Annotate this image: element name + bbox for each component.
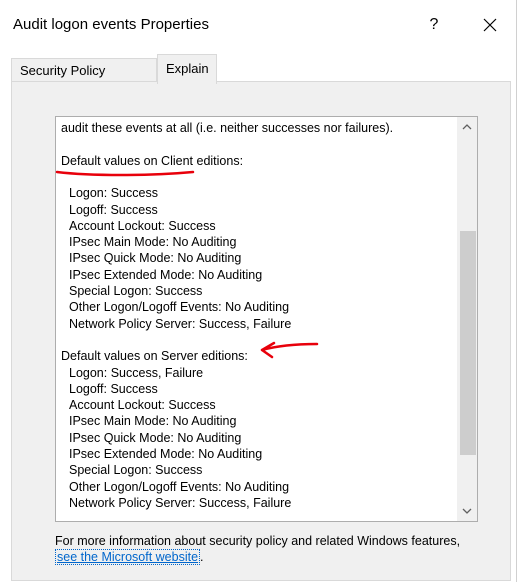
help-button[interactable]: ? xyxy=(420,10,448,40)
explain-line: Default values on Server editions: xyxy=(61,349,248,364)
microsoft-website-link[interactable]: see the Microsoft website xyxy=(55,549,201,565)
scroll-up-button[interactable] xyxy=(457,117,477,137)
explain-line: Network Policy Server: Success, Failure xyxy=(69,495,292,510)
explain-line: IPsec Main Mode: No Auditing xyxy=(69,414,237,429)
explain-line: Logoff: Success xyxy=(69,202,158,217)
close-button[interactable] xyxy=(474,10,506,40)
tab-strip: Security Policy Setting Explain xyxy=(0,52,522,102)
tab-explain[interactable]: Explain xyxy=(157,54,217,84)
vertical-scrollbar[interactable] xyxy=(457,117,477,521)
scroll-thumb[interactable] xyxy=(460,231,476,455)
chevron-up-icon xyxy=(462,124,472,130)
explain-line: Account Lockout: Success xyxy=(69,398,216,413)
explain-line: Special Logon: Success xyxy=(69,284,203,298)
explain-line: Other Logon/Logoff Events: No Auditing xyxy=(69,479,290,494)
window-title: Audit logon events Properties xyxy=(13,16,209,33)
tab-security-policy-setting[interactable]: Security Policy Setting xyxy=(11,58,157,102)
scroll-down-button[interactable] xyxy=(457,501,477,521)
explain-line: Logon: Success xyxy=(69,186,158,201)
explain-line: Default values on Client editions: xyxy=(61,153,244,168)
explain-line: IPsec Quick Mode: No Auditing xyxy=(69,251,242,266)
explain-line: IPsec Main Mode: No Auditing xyxy=(69,235,237,250)
footer-period: . xyxy=(200,550,204,564)
explain-line: audit these events at all (i.e. neither … xyxy=(61,121,394,135)
footer-text: For more information about security poli… xyxy=(55,534,461,548)
explain-line: Account Lockout: Success xyxy=(69,218,216,233)
explain-panel: audit these events at all (i.e. neither … xyxy=(11,81,511,581)
title-bar: Audit logon events Properties ? xyxy=(0,0,522,52)
explain-line: IPsec Extended Mode: No Auditing xyxy=(69,267,263,282)
explain-line: Logon: Success, Failure xyxy=(69,365,204,380)
explain-line: Other Logon/Logoff Events: No Auditing xyxy=(69,300,290,315)
explain-line: Special Logon: Success xyxy=(69,463,203,478)
explain-line: Logoff: Success xyxy=(69,381,158,396)
explain-textbox[interactable]: audit these events at all (i.e. neither … xyxy=(55,116,478,522)
footer-note: For more information about security poli… xyxy=(55,533,475,565)
chevron-down-icon xyxy=(462,508,472,514)
close-icon xyxy=(483,18,497,32)
explain-line: IPsec Extended Mode: No Auditing xyxy=(69,447,263,461)
explain-line: Network Policy Server: Success, Failure xyxy=(69,316,292,331)
window-edge xyxy=(516,0,517,582)
explain-line: IPsec Quick Mode: No Auditing xyxy=(69,430,242,445)
